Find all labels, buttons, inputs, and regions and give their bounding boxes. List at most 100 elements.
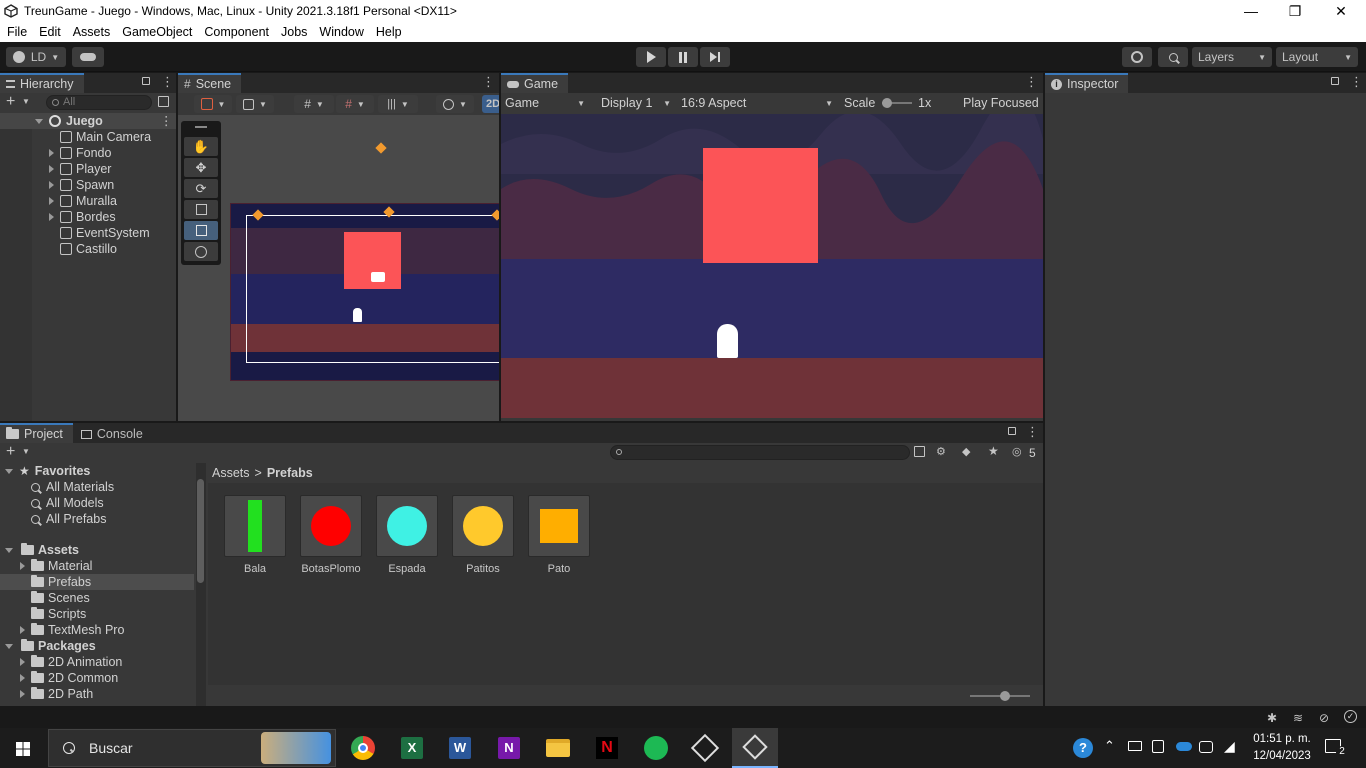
anchor-handle[interactable] (375, 142, 387, 154)
unity-hub-taskbar-icon[interactable] (690, 733, 720, 763)
hierarchy-item[interactable]: Main Camera (0, 129, 151, 145)
menu-jobs[interactable]: Jobs (275, 25, 313, 39)
thumbnail-size-thumb[interactable] (1000, 691, 1010, 701)
more-options-icon[interactable]: ⋮ (1350, 74, 1363, 90)
unity-editor-taskbar-button[interactable] (732, 728, 778, 768)
project-tree-item[interactable]: 2D Common (0, 670, 194, 686)
expand-icon[interactable] (20, 674, 25, 682)
chevron-down-icon[interactable]: ▼ (22, 447, 30, 456)
snap-dropdown[interactable]: ||| ▼ (378, 95, 418, 113)
favorites-header[interactable]: ★ Favorites (0, 463, 90, 479)
more-options-icon[interactable]: ⋮ (1026, 424, 1039, 440)
wifi-tray-icon[interactable]: ◢ (1224, 738, 1235, 755)
tab-hierarchy[interactable]: Hierarchy (0, 73, 84, 93)
tab-console[interactable]: Console (74, 423, 153, 443)
prefab-asset[interactable]: Bala (224, 495, 286, 575)
prefab-thumbnail[interactable] (300, 495, 362, 557)
hierarchy-item[interactable]: EventSystem (0, 225, 150, 241)
file-explorer-taskbar-icon[interactable] (543, 733, 573, 763)
toggle-2d-button[interactable]: 2D (482, 95, 499, 113)
hierarchy-item[interactable]: Castillo (0, 241, 117, 257)
play-button[interactable] (636, 47, 666, 67)
hierarchy-item[interactable]: Bordes (0, 209, 116, 225)
minimize-button[interactable]: — (1228, 0, 1274, 22)
game-viewport[interactable] (501, 114, 1043, 418)
prefab-thumbnail[interactable] (452, 495, 514, 557)
move-tool-button[interactable]: ✥ (184, 158, 218, 177)
scene-filter-icon[interactable] (158, 96, 169, 107)
windows-start-button[interactable] (10, 736, 36, 762)
menu-help[interactable]: Help (370, 25, 408, 39)
word-taskbar-icon[interactable]: W (445, 733, 475, 763)
add-icon[interactable]: + (6, 93, 15, 111)
restore-button[interactable]: ❐ (1272, 0, 1318, 22)
lock-icon[interactable] (142, 77, 150, 85)
pause-button[interactable] (668, 47, 698, 67)
excel-taskbar-icon[interactable]: X (397, 733, 427, 763)
taskbar-clock[interactable]: 01:51 p. m. 12/04/2023 (1244, 731, 1320, 765)
project-search-input[interactable] (610, 445, 910, 460)
more-options-icon[interactable]: ⋮ (161, 74, 174, 90)
project-tree-item[interactable]: 2D Path (0, 686, 194, 702)
check-icon[interactable]: ✓ (1344, 710, 1357, 723)
more-options-icon[interactable]: ⋮ (482, 74, 495, 90)
expand-icon[interactable] (20, 626, 25, 634)
project-tree-item[interactable]: Scripts (0, 606, 194, 622)
tab-scene[interactable]: # Scene (178, 73, 242, 93)
menu-edit[interactable]: Edit (33, 25, 67, 39)
tree-scrollbar[interactable] (196, 463, 206, 706)
cloud-button[interactable] (72, 47, 104, 67)
rect-tool-button[interactable] (184, 221, 218, 240)
taskbar-search-box[interactable]: Buscar (48, 729, 336, 767)
tab-game[interactable]: Game (501, 73, 569, 93)
menu-gameobject[interactable]: GameObject (116, 25, 198, 39)
packages-header[interactable]: Packages (0, 638, 96, 654)
transform-tool-button[interactable] (184, 242, 218, 261)
filter-type-icon[interactable]: ⚙ (936, 445, 946, 458)
filter-label-icon[interactable]: ◆ (962, 445, 970, 458)
project-tree-item[interactable]: 2D Animation (0, 654, 194, 670)
expand-icon[interactable] (5, 547, 13, 553)
search-button[interactable] (1158, 47, 1188, 67)
chrome-taskbar-icon[interactable] (348, 733, 378, 763)
add-icon[interactable]: + (6, 443, 15, 461)
expand-icon[interactable] (5, 468, 13, 474)
show-hidden-icons[interactable]: ⌃ (1104, 738, 1115, 754)
breadcrumb-prefabs[interactable]: Prefabs (267, 466, 313, 480)
project-tree-item[interactable]: TextMesh Pro (0, 622, 194, 638)
lock-icon[interactable] (1008, 427, 1016, 435)
menu-assets[interactable]: Assets (67, 25, 117, 39)
account-dropdown[interactable]: LD ▼ (6, 47, 66, 67)
hierarchy-item[interactable]: Player (0, 161, 111, 177)
prefab-asset[interactable]: Espada (376, 495, 438, 575)
more-options-icon[interactable]: ⋮ (1025, 74, 1038, 90)
scale-slider-thumb[interactable] (882, 98, 892, 108)
rotate-tool-button[interactable]: ⟳ (184, 179, 218, 198)
debug-mode-icon[interactable]: ⊘ (1319, 711, 1329, 725)
menu-component[interactable]: Component (198, 25, 275, 39)
hierarchy-item[interactable]: Fondo (0, 145, 111, 161)
thumbnail-size-slider[interactable] (970, 691, 1030, 701)
expand-icon[interactable] (49, 213, 54, 221)
background-tasks-icon[interactable]: ✱ (1267, 711, 1277, 725)
breadcrumb-assets[interactable]: Assets (212, 466, 250, 480)
onedrive-tray-icon[interactable] (1176, 742, 1192, 751)
prefab-asset[interactable]: Pato (528, 495, 590, 575)
step-button[interactable] (700, 47, 730, 67)
lock-icon[interactable] (1331, 77, 1339, 85)
tree-scrollbar-thumb[interactable] (197, 479, 204, 583)
hidden-packages-icon[interactable]: ◎ (1012, 445, 1022, 458)
project-tree-item[interactable]: All Prefabs (0, 511, 194, 527)
expand-icon[interactable] (49, 197, 54, 205)
project-tree-item[interactable]: All Models (0, 495, 194, 511)
layout-dropdown[interactable]: Layout ▼ (1276, 47, 1358, 67)
palette-grip-icon[interactable] (195, 126, 207, 128)
expand-icon[interactable] (49, 149, 54, 157)
cache-server-icon[interactable]: ≋ (1293, 711, 1303, 725)
notification-center-button[interactable]: 2 (1325, 737, 1348, 759)
gizmo-tools-dropdown[interactable]: # ▼ (294, 95, 334, 113)
prefab-thumbnail[interactable] (224, 495, 286, 557)
prefab-thumbnail[interactable] (528, 495, 590, 557)
chevron-down-icon[interactable]: ▼ (22, 97, 30, 106)
tab-inspector[interactable]: i Inspector (1045, 73, 1129, 93)
